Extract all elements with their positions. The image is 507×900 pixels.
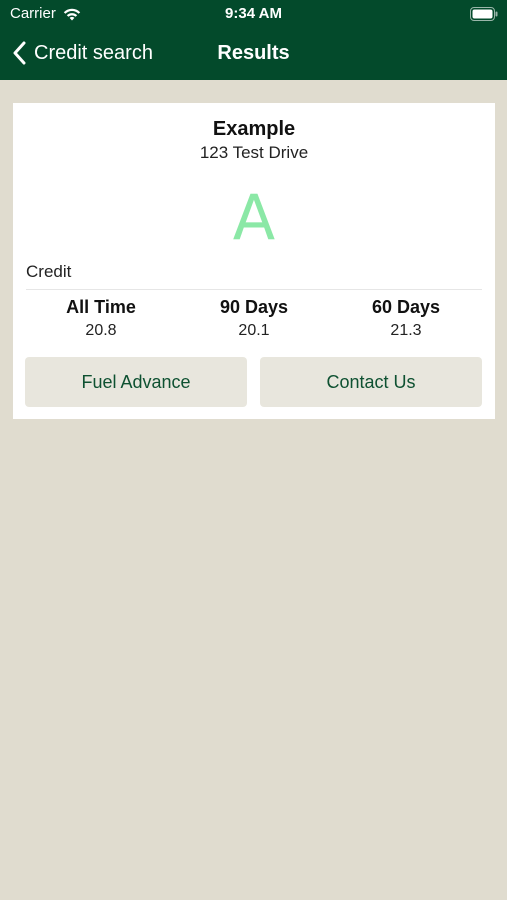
fuel-advance-button[interactable]: Fuel Advance xyxy=(25,357,247,407)
stat-value: 20.8 xyxy=(85,322,117,339)
battery-icon xyxy=(470,7,498,21)
stat-label: 90 Days xyxy=(219,297,289,317)
credit-grade: A xyxy=(232,181,276,254)
credit-section-label: Credit xyxy=(26,262,72,281)
stat-label: 60 Days xyxy=(371,297,441,317)
result-card: Example 123 Test Drive A Credit All Time… xyxy=(13,103,495,419)
divider xyxy=(26,289,482,290)
stat-all-time: All Time 20.8 xyxy=(26,297,176,340)
contact-us-button[interactable]: Contact Us xyxy=(260,357,482,407)
company-name: Example xyxy=(212,118,296,140)
navigation-bar: Credit search Results xyxy=(0,30,507,76)
stat-60-days: 60 Days 21.3 xyxy=(331,297,481,340)
app-header: Carrier 9:34 AM Credit search Results xyxy=(0,0,507,80)
stat-label: All Time xyxy=(66,297,136,317)
stat-90-days: 90 Days 20.1 xyxy=(179,297,329,340)
stat-value: 20.1 xyxy=(238,322,270,339)
status-bar: Carrier 9:34 AM xyxy=(0,0,507,28)
status-time: 9:34 AM xyxy=(225,5,282,22)
company-address: 123 Test Drive xyxy=(199,143,309,162)
page-title: Results xyxy=(217,42,290,64)
stat-value: 21.3 xyxy=(390,322,422,339)
